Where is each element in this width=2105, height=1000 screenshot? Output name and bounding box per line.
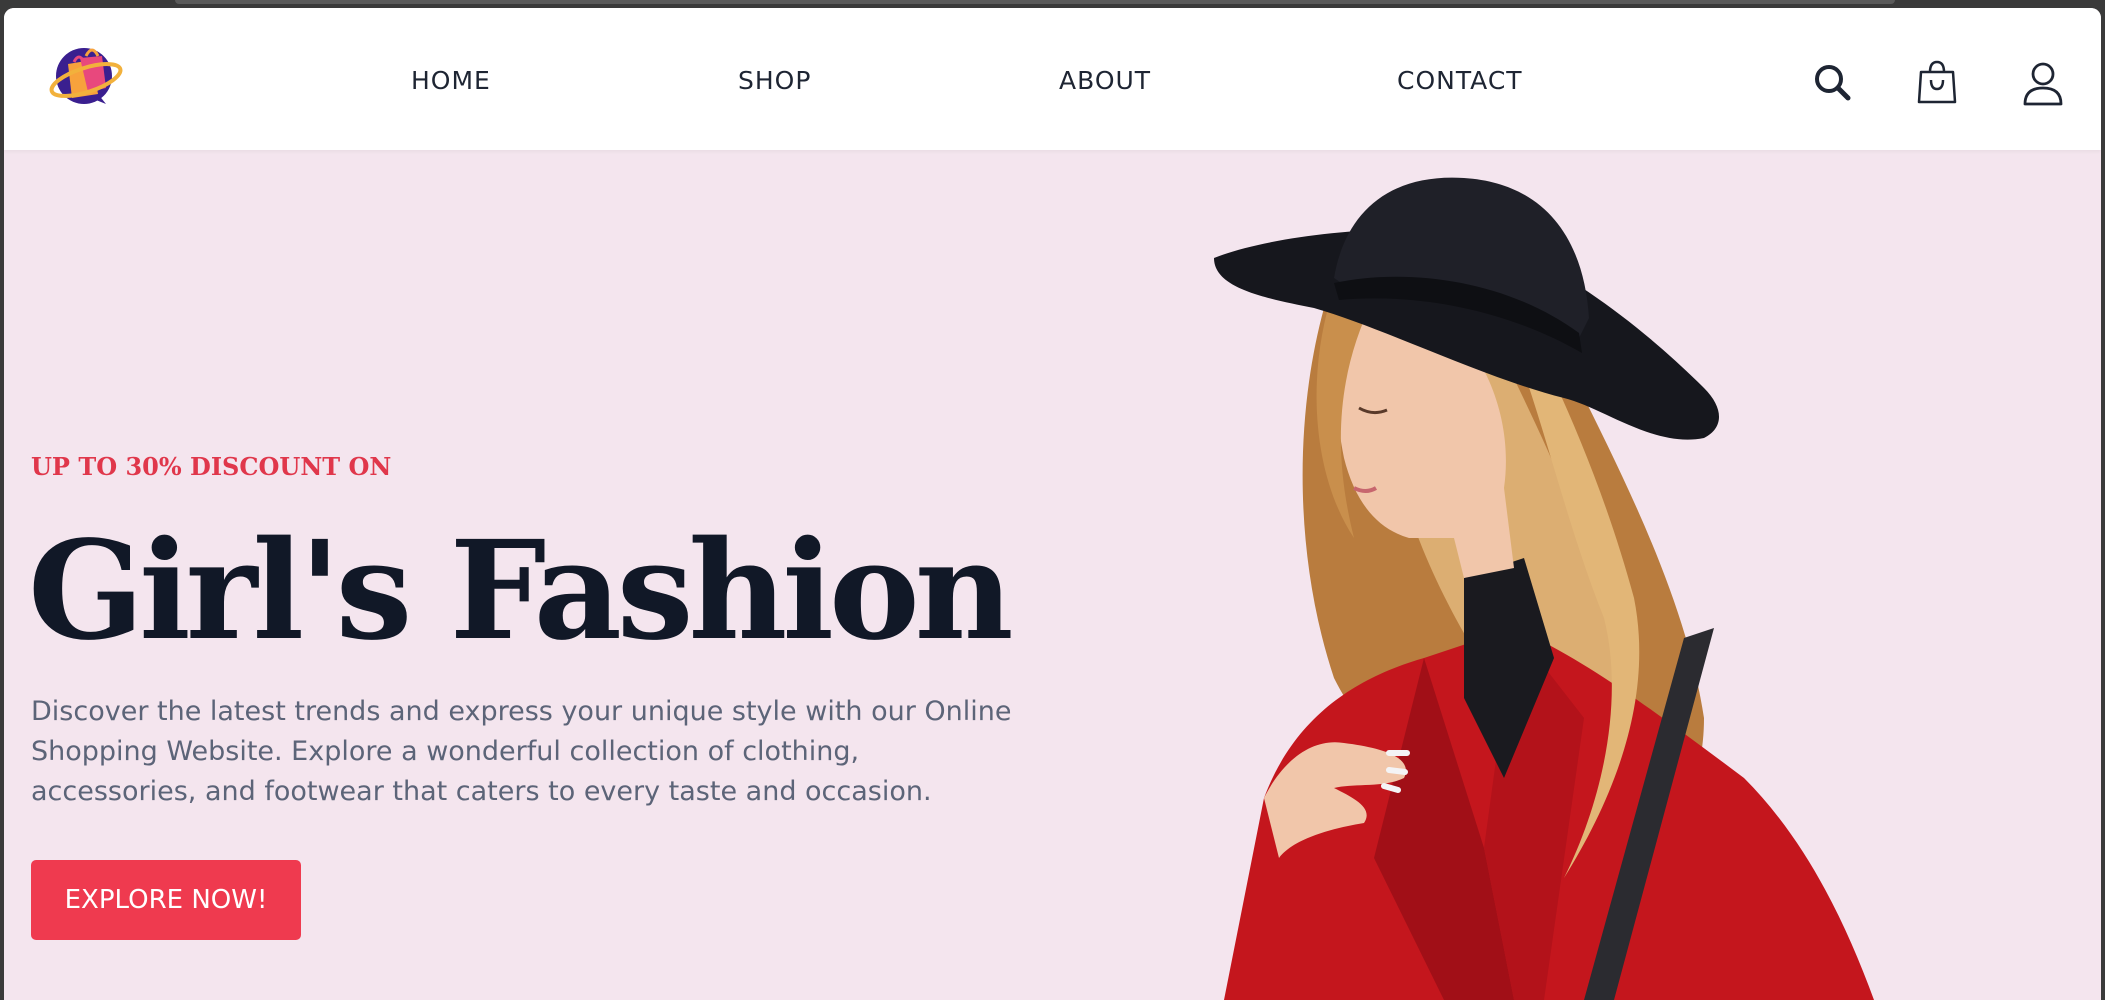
shopping-bags-globe-logo[interactable] [46, 34, 126, 114]
search-icon[interactable] [1810, 60, 1856, 106]
nav-contact[interactable]: CONTACT [1397, 66, 1523, 106]
shopping-bag-icon[interactable] [1914, 60, 1960, 106]
window-top-bar [0, 0, 2105, 8]
hero-model-image [1214, 177, 1874, 1000]
nav-home[interactable]: HOME [411, 66, 491, 106]
nav-about[interactable]: ABOUT [1059, 66, 1151, 106]
page-window: HOME SHOP ABOUT CONTACT UP TO 30% DISCOU… [4, 8, 2101, 1000]
browser-chrome-strip [175, 0, 1895, 4]
user-icon[interactable] [2020, 60, 2066, 106]
explore-now-button[interactable]: EXPLORE NOW! [31, 860, 301, 940]
discount-eyebrow: UP TO 30% DISCOUNT ON [31, 452, 392, 481]
nav-shop[interactable]: SHOP [738, 66, 811, 106]
site-header: HOME SHOP ABOUT CONTACT [4, 8, 2101, 150]
hero-title: Girl's Fashion [28, 511, 1014, 671]
hero-description: Discover the latest trends and express y… [31, 696, 1012, 807]
